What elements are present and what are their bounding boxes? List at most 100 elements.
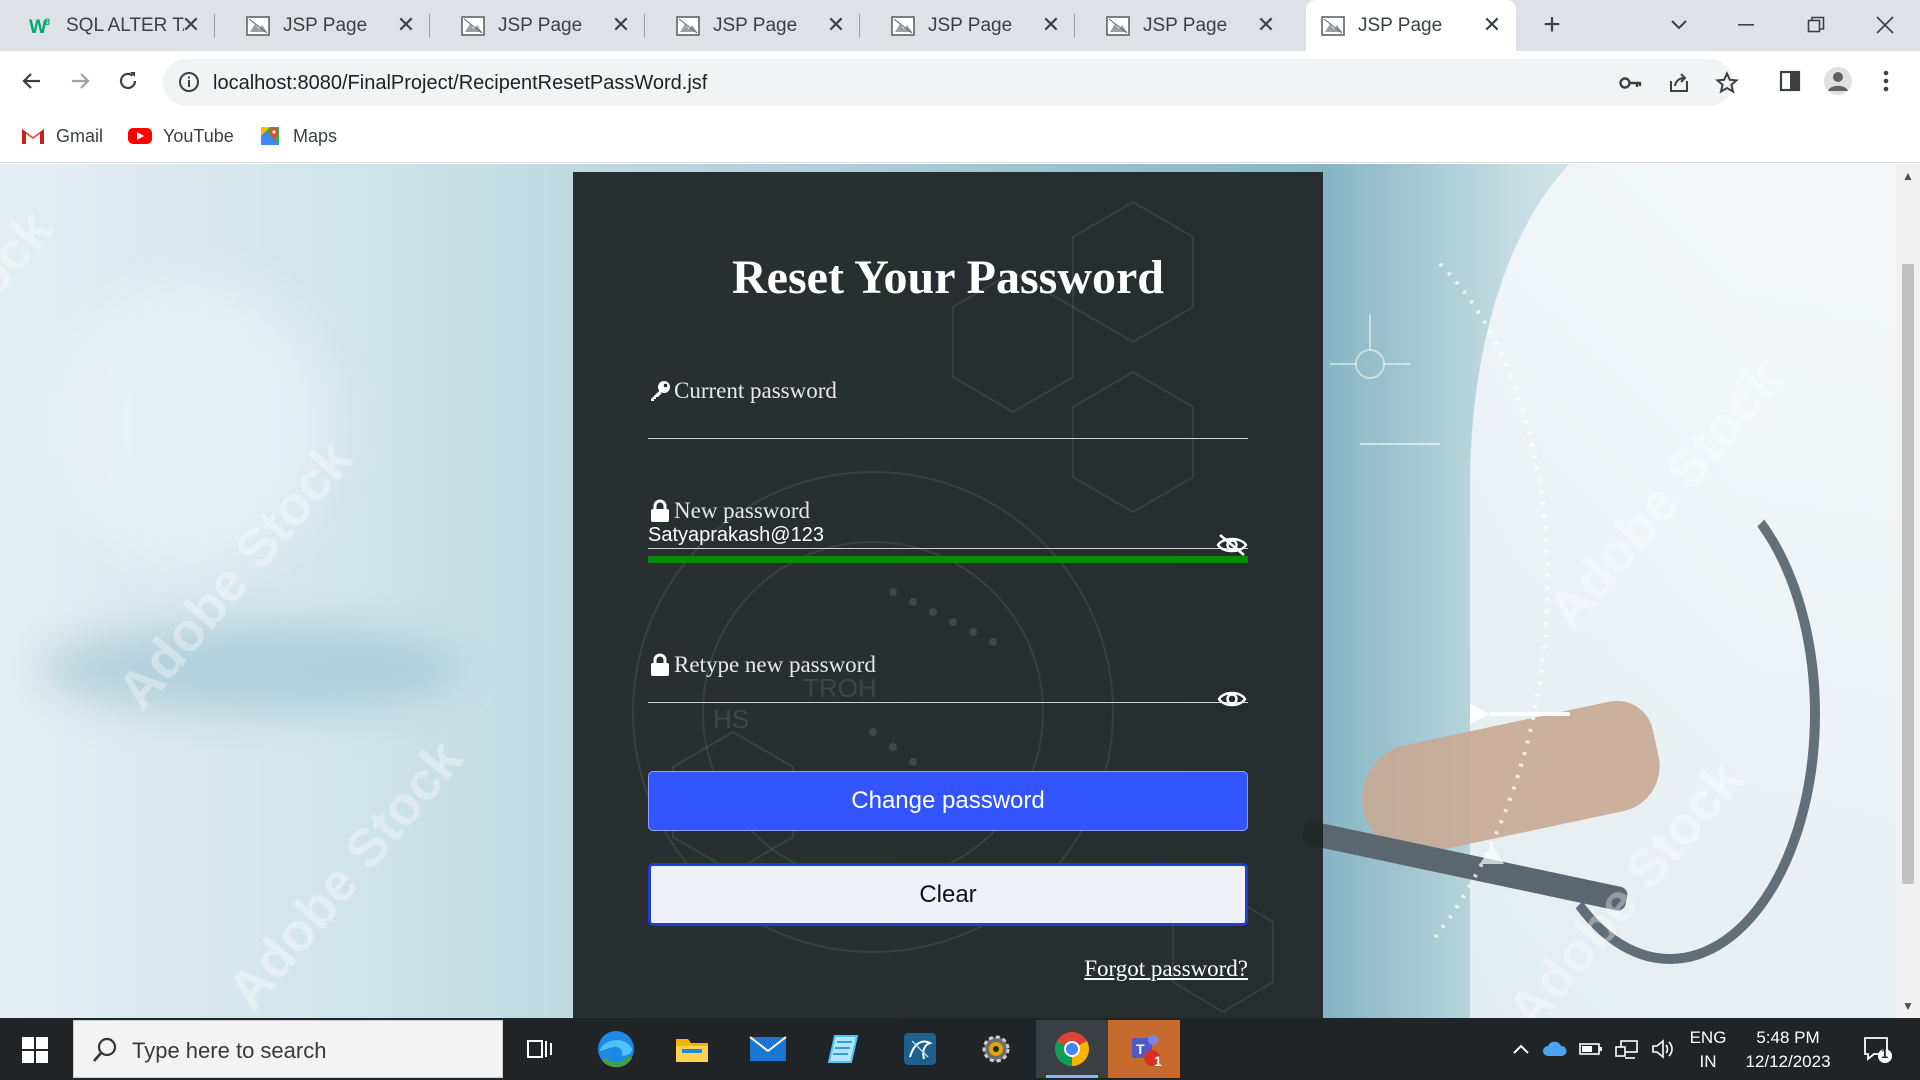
current-password-field[interactable]: Current password [648, 378, 1248, 439]
notification-center-icon[interactable]: 1 [1852, 1018, 1902, 1080]
onedrive-cloud-icon[interactable] [1540, 1018, 1570, 1080]
bookmark-maps[interactable]: Maps [257, 123, 337, 149]
system-clock[interactable]: 5:48 PM 12/12/2023 [1728, 1026, 1848, 1074]
teams-icon[interactable]: T 1 [1108, 1020, 1180, 1078]
back-button[interactable] [14, 63, 50, 99]
current-password-input[interactable] [648, 404, 1248, 438]
gmail-icon [20, 125, 46, 147]
retype-password-label: Retype new password [648, 652, 1248, 678]
start-button[interactable] [12, 1030, 58, 1070]
new-tab-button[interactable]: + [1536, 10, 1568, 42]
new-password-input[interactable]: Satyaprakash@123 [648, 524, 1248, 548]
task-view-icon[interactable] [504, 1020, 576, 1078]
more-menu-icon[interactable] [1868, 63, 1904, 99]
key-icon [648, 379, 672, 403]
tab-sql-alter[interactable]: W3 SQL ALTER TAI ✕ [0, 0, 215, 51]
input-underline [648, 548, 1248, 549]
time-text: 5:48 PM [1756, 1028, 1820, 1047]
address-bar[interactable]: localhost:8080/FinalProject/RecipentRese… [163, 59, 1739, 106]
tab-jsp-page-3[interactable]: JSP Page ✕ [645, 0, 860, 51]
youtube-icon [127, 125, 153, 147]
close-tab-icon[interactable]: ✕ [824, 13, 848, 37]
restore-icon[interactable] [1796, 8, 1836, 42]
label-text: New password [674, 498, 811, 523]
tab-jsp-page-1[interactable]: JSP Page ✕ [215, 0, 430, 51]
change-password-button[interactable]: Change password [648, 771, 1248, 831]
tab-label: JSP Page [928, 14, 1013, 36]
edge-browser-icon[interactable] [580, 1020, 652, 1078]
label-text: Retype new password [674, 652, 876, 677]
site-info-icon[interactable] [177, 70, 201, 94]
volume-icon[interactable] [1648, 1018, 1678, 1080]
password-strength-bar [648, 556, 1248, 563]
bookmark-youtube[interactable]: YouTube [127, 123, 234, 149]
notepad-icon[interactable] [808, 1020, 880, 1078]
forgot-password-link[interactable]: Forgot password? [1084, 956, 1248, 982]
current-password-label: Current password [648, 378, 1248, 404]
forward-button[interactable] [62, 63, 98, 99]
search-icon [92, 1037, 118, 1063]
tab-label: JSP Page [498, 14, 583, 36]
clear-button[interactable]: Clear [648, 863, 1248, 926]
background-light [40, 624, 460, 714]
page-scrollbar[interactable]: ▲ ▼ [1896, 164, 1920, 1018]
language-indicator[interactable]: ENG IN [1686, 1026, 1730, 1074]
share-icon[interactable] [1666, 70, 1692, 96]
minimize-icon[interactable] [1727, 8, 1767, 42]
lock-icon [648, 499, 672, 523]
bookmark-gmail[interactable]: Gmail [20, 123, 103, 149]
battery-icon[interactable] [1576, 1018, 1606, 1080]
profile-avatar-icon[interactable] [1820, 63, 1856, 99]
file-explorer-icon[interactable] [656, 1020, 728, 1078]
tab-label: JSP Page [713, 14, 798, 36]
taskbar-search-box[interactable]: Type here to search [73, 1020, 503, 1078]
svg-text:HS: HS [713, 704, 749, 734]
bookmark-star-icon[interactable] [1714, 70, 1740, 96]
bookmark-label: Gmail [56, 125, 104, 146]
close-tab-icon[interactable]: ✕ [1039, 13, 1063, 37]
scrollbar-thumb[interactable] [1902, 264, 1914, 884]
close-tab-icon[interactable]: ✕ [1254, 13, 1278, 37]
mail-icon[interactable] [732, 1020, 804, 1078]
input-underline [648, 438, 1248, 439]
tab-label: JSP Page [1358, 14, 1443, 36]
close-tab-icon[interactable]: ✕ [394, 13, 418, 37]
tab-jsp-page-4[interactable]: JSP Page ✕ [860, 0, 1075, 51]
eye-icon[interactable] [1216, 686, 1248, 712]
close-tab-icon[interactable]: ✕ [609, 13, 633, 37]
chrome-browser-icon[interactable] [1036, 1020, 1108, 1078]
close-tab-icon[interactable]: ✕ [1480, 13, 1504, 37]
password-key-icon[interactable] [1618, 70, 1644, 96]
page-icon [675, 14, 701, 38]
url-text[interactable]: localhost:8080/FinalProject/RecipentRese… [213, 72, 707, 95]
settings-gear-icon[interactable] [960, 1020, 1032, 1078]
region-text: IN [1699, 1052, 1717, 1071]
eye-slash-icon[interactable] [1216, 532, 1248, 558]
close-window-icon[interactable] [1865, 8, 1905, 42]
new-password-label: New password [648, 498, 1248, 524]
retype-password-field[interactable]: Retype new password [648, 652, 1248, 707]
tab-search-chevron-icon[interactable] [1659, 8, 1699, 42]
tab-jsp-page-5[interactable]: JSP Page ✕ [1075, 0, 1290, 51]
scroll-up-arrow-icon[interactable]: ▲ [1902, 170, 1914, 182]
side-panel-icon[interactable] [1772, 63, 1808, 99]
page-icon [1105, 14, 1131, 38]
new-password-field[interactable]: New password Satyaprakash@123 [648, 498, 1248, 563]
bookmarks-bar: Gmail YouTube Maps [0, 111, 1920, 163]
show-hidden-icons-chevron-icon[interactable] [1506, 1018, 1536, 1080]
bookmark-label: YouTube [163, 125, 234, 146]
notification-count: 1 [1881, 1046, 1889, 1061]
tab-jsp-page-2[interactable]: JSP Page ✕ [430, 0, 645, 51]
reload-button[interactable] [110, 63, 146, 99]
close-tab-icon[interactable]: ✕ [179, 13, 203, 37]
svg-text:3: 3 [45, 17, 50, 27]
tab-strip: W3 SQL ALTER TAI ✕ JSP Page ✕ JSP Page ✕… [0, 0, 1920, 51]
scroll-down-arrow-icon[interactable]: ▼ [1902, 1000, 1914, 1012]
tab-jsp-page-active[interactable]: JSP Page ✕ [1306, 0, 1516, 51]
page-icon [1320, 14, 1346, 38]
input-underline [648, 702, 1248, 703]
retype-password-input[interactable] [648, 678, 1248, 702]
mysql-workbench-icon[interactable] [884, 1020, 956, 1078]
windows-taskbar: Type here to search T 1 ENG IN 5:48 PM 1… [0, 1018, 1920, 1080]
network-icon[interactable] [1612, 1018, 1642, 1080]
